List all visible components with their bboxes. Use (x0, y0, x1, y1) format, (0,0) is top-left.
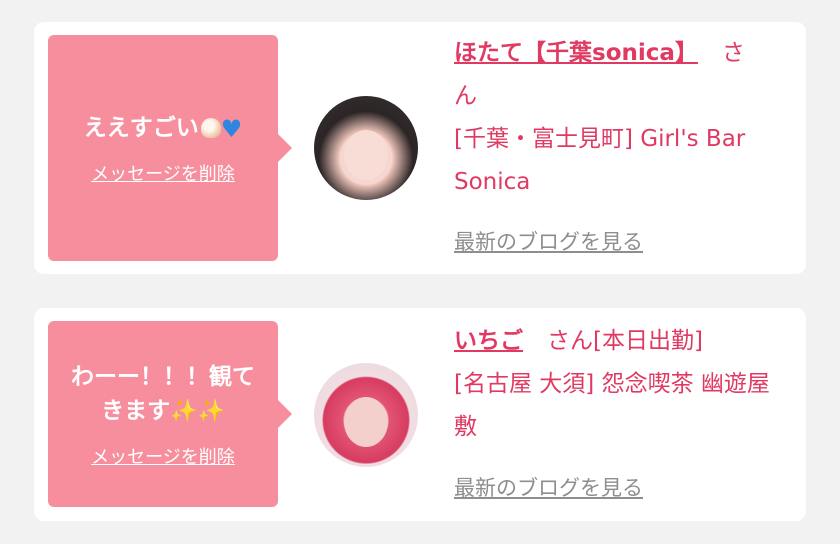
cast-name-link[interactable]: いちご (454, 328, 523, 354)
cast-info: ほたて【千葉sonica】さ ん [千葉・富士見町] Girl's Bar So… (454, 32, 786, 204)
store-label: [名古屋 大須] 怨念喫茶 幽遊屋敷 (454, 371, 770, 440)
blue-heart-icon: ♥ (220, 114, 243, 143)
message-bubble: ええすごい ♥ メッセージを削除 (48, 35, 292, 261)
message-card: ええすごい ♥ メッセージを削除 ほたて【千葉sonica】さ ん [千葉・富士見… (34, 22, 806, 274)
delete-message-link[interactable]: メッセージを削除 (91, 160, 235, 186)
message-bubble: わーー！！！観て きます✨✨ メッセージを削除 (48, 321, 292, 507)
cast-name-link[interactable]: ほたて【千葉sonica】 (454, 40, 698, 66)
avatar-face (344, 130, 388, 180)
delete-message-link[interactable]: メッセージを削除 (91, 443, 235, 469)
honorific-label: さん[本日出勤] (547, 328, 703, 354)
latest-blog-link[interactable]: 最新のブログを見る (454, 226, 643, 256)
sparkles-icon: ✨ (197, 398, 225, 424)
avatar[interactable] (314, 96, 418, 200)
avatar-face (344, 397, 388, 447)
message-text: ええすごい ♥ (83, 114, 243, 143)
message-card: わーー！！！観て きます✨✨ メッセージを削除 いちご さん[本日出勤] [名古屋… (34, 308, 806, 521)
latest-blog-link[interactable]: 最新のブログを見る (454, 472, 643, 502)
store-label: [千葉・富士見町] Girl's Bar Sonica (454, 126, 746, 195)
sparkles-icon: ✨ (170, 398, 198, 424)
message-text: わーー！！！観て きます✨✨ (71, 363, 255, 424)
cast-info: いちご さん[本日出勤] [名古屋 大須] 怨念喫茶 幽遊屋敷 (454, 320, 786, 449)
avatar[interactable] (314, 363, 418, 467)
honorific-label-cont: ん (454, 83, 477, 109)
shell-icon (200, 117, 221, 138)
honorific-label: さ (721, 40, 745, 66)
